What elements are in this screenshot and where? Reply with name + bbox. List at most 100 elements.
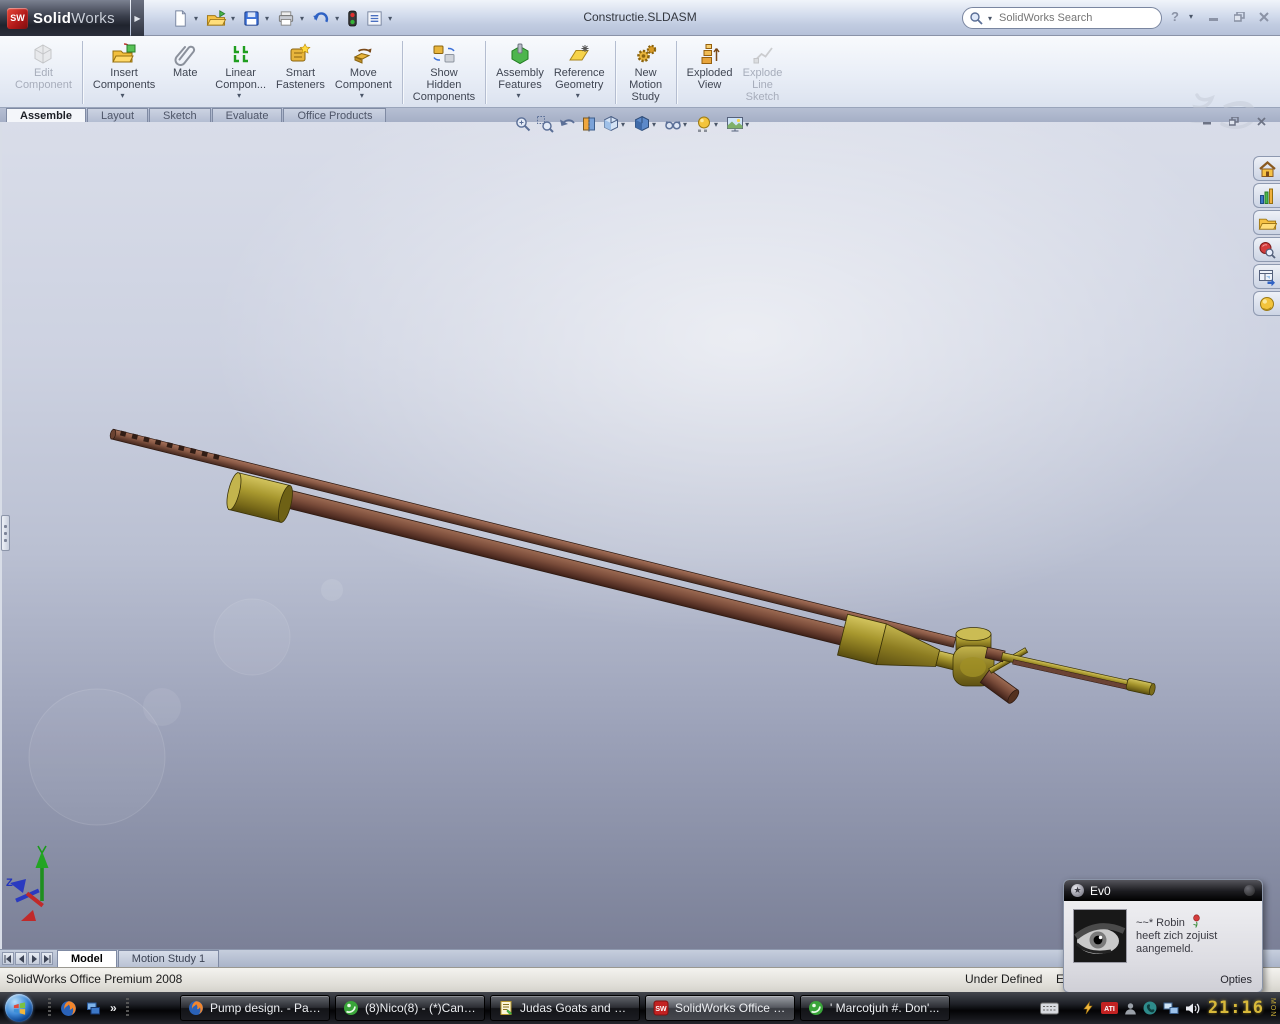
minimize-button[interactable] [1206, 10, 1222, 24]
previous-view-button[interactable] [556, 114, 578, 134]
dropdown-arrow-icon[interactable]: ▾ [237, 91, 241, 100]
messenger-signin-popup[interactable]: ★ Ev0 ~~* Robin heeft zich zojuist aange… [1063, 879, 1263, 993]
titlebar: SW SolidWorks ▶ ▾▾▾▾▾▾ Constructie.SLDAS… [0, 0, 1280, 36]
dropdown-arrow-icon[interactable]: ▾ [576, 91, 580, 100]
new-document-button[interactable] [168, 7, 193, 30]
tab-prev-button[interactable] [15, 952, 27, 965]
taskpane-file-explorer-tab[interactable] [1253, 210, 1280, 235]
taskpane-design-library-tab[interactable] [1253, 183, 1280, 208]
zoom-area-button[interactable] [534, 114, 556, 134]
volume-icon[interactable] [1185, 1002, 1200, 1015]
tab-last-button[interactable] [41, 952, 53, 965]
tab-sketch[interactable]: Sketch [149, 108, 211, 122]
dropdown-arrow-icon[interactable]: ▾ [194, 14, 198, 23]
options-list-button[interactable] [362, 7, 387, 30]
tab-first-button[interactable] [2, 952, 14, 965]
buddy-icon[interactable] [1124, 1002, 1137, 1015]
taskbar-button[interactable]: (8)Nico(8) - (*)Cano... [335, 995, 485, 1021]
new-motion-study-button[interactable]: NewMotionStudy [621, 39, 671, 103]
scene-button[interactable]: ▾ [724, 114, 755, 134]
tab-office-products[interactable]: Office Products [283, 108, 386, 122]
taskpane-appearances-tab[interactable] [1253, 291, 1280, 316]
open-button[interactable] [202, 7, 230, 30]
help-dropdown[interactable]: ▾ [1189, 12, 1193, 21]
dropdown-arrow-icon[interactable]: ▾ [621, 120, 625, 129]
doc-close-button[interactable] [1254, 115, 1268, 127]
restore-button[interactable] [1231, 10, 1247, 24]
print-button[interactable] [273, 7, 299, 30]
undo-button[interactable] [308, 7, 334, 30]
tab-next-button[interactable] [28, 952, 40, 965]
taskpane-view-palette-tab[interactable] [1253, 264, 1280, 289]
dropdown-arrow-icon[interactable]: ▾ [121, 91, 125, 100]
valve-t-fitting[interactable] [953, 628, 1028, 706]
ati-icon[interactable]: ATI [1101, 1002, 1118, 1014]
zoom-fit-button[interactable] [512, 114, 534, 134]
dropdown-arrow-icon[interactable]: ▾ [388, 14, 392, 23]
tab-layout[interactable]: Layout [87, 108, 148, 122]
help-button[interactable]: ? [1171, 9, 1179, 24]
assembly-3d-model[interactable]: Z [2, 122, 1280, 949]
insert-components-button[interactable]: InsertComponents▾ [88, 39, 160, 100]
tray-clock[interactable]: 21:16 [1208, 998, 1264, 1018]
mate-button[interactable]: Mate [160, 39, 210, 79]
view-orientation-button[interactable]: ▾ [600, 114, 631, 134]
popup-close-icon[interactable] [1244, 885, 1255, 896]
appearance-button[interactable]: ▾ [693, 114, 724, 134]
dropdown-arrow-icon[interactable]: ▾ [300, 14, 304, 23]
quicklaunch-overflow-chevron[interactable]: » [110, 1001, 117, 1015]
section-view-button[interactable] [578, 114, 600, 134]
dropdown-arrow-icon[interactable]: ▾ [360, 91, 364, 100]
move-component-button[interactable]: MoveComponent▾ [330, 39, 397, 100]
tab-model[interactable]: Model [57, 950, 117, 967]
taskbar-button[interactable]: ' Marcotjuh #. Don'... [800, 995, 950, 1021]
tab-assemble[interactable]: Assemble [6, 108, 86, 122]
taskpane-solidworks-resources-tab[interactable] [1253, 156, 1280, 181]
dropdown-arrow-icon[interactable]: ▾ [652, 120, 656, 129]
save-button[interactable] [239, 7, 264, 30]
network-icon[interactable] [1163, 1002, 1179, 1015]
hide-show-items-button[interactable]: ▾ [662, 114, 693, 134]
firefox-quicklaunch-icon[interactable] [60, 1000, 77, 1017]
taskpane-solidworks-search-tab[interactable] [1253, 237, 1280, 262]
tab-motion-study-1[interactable]: Motion Study 1 [118, 950, 219, 967]
dropdown-arrow-icon[interactable]: ▾ [231, 14, 235, 23]
keyboard-icon[interactable] [1040, 1002, 1059, 1015]
show-desktop-icon[interactable] [86, 1001, 101, 1016]
taskbar-button[interactable]: SWSolidWorks Office P... [645, 995, 795, 1021]
search-box[interactable]: ▾ [962, 7, 1162, 29]
assembly-features-button[interactable]: AssemblyFeatures▾ [491, 39, 549, 100]
dropdown-arrow-icon[interactable]: ▾ [517, 91, 521, 100]
phone-icon[interactable] [1143, 1001, 1157, 1015]
search-input[interactable] [999, 12, 1155, 24]
taskbar-button[interactable]: Pump design. - Pag... [180, 995, 330, 1021]
traffic-light-button[interactable] [343, 7, 362, 30]
lower-tube[interactable] [266, 485, 867, 650]
window-controls: ? ▾ [1171, 9, 1272, 24]
exploded-view-button[interactable]: ExplodedView [682, 39, 738, 91]
search-scope-dropdown[interactable]: ▾ [988, 14, 992, 23]
smart-fasteners-button[interactable]: SmartFasteners [271, 39, 330, 91]
dropdown-arrow-icon[interactable]: ▾ [265, 14, 269, 23]
show-hidden-components-button[interactable]: ShowHiddenComponents [408, 39, 480, 103]
dropdown-arrow-icon[interactable]: ▾ [714, 120, 718, 129]
popup-options-link[interactable]: Opties [1220, 974, 1252, 986]
media-icon[interactable] [1081, 1001, 1095, 1015]
menu-expand-arrow[interactable]: ▶ [131, 0, 144, 36]
display-style-button[interactable]: ▾ [631, 114, 662, 134]
tab-evaluate[interactable]: Evaluate [212, 108, 283, 122]
doc-minimize-button[interactable] [1200, 115, 1214, 127]
doc-restore-button[interactable] [1227, 115, 1241, 127]
featuretree-splitter-handle[interactable] [1, 515, 10, 551]
reference-geometry-button[interactable]: ReferenceGeometry▾ [549, 39, 610, 100]
close-button[interactable] [1256, 10, 1272, 24]
taskbar-button[interactable]: Judas Goats and Die... [490, 995, 640, 1021]
dropdown-arrow-icon[interactable]: ▾ [745, 120, 749, 129]
dropdown-arrow-icon[interactable]: ▾ [335, 14, 339, 23]
toolbar-separator [676, 41, 677, 104]
linear-component-pattern-button[interactable]: LinearCompon...▾ [210, 39, 271, 100]
start-button[interactable] [5, 994, 33, 1022]
app-logo: SW SolidWorks [0, 0, 130, 36]
dropdown-arrow-icon[interactable]: ▾ [683, 120, 687, 129]
graphics-viewport[interactable]: Z [0, 122, 1280, 949]
